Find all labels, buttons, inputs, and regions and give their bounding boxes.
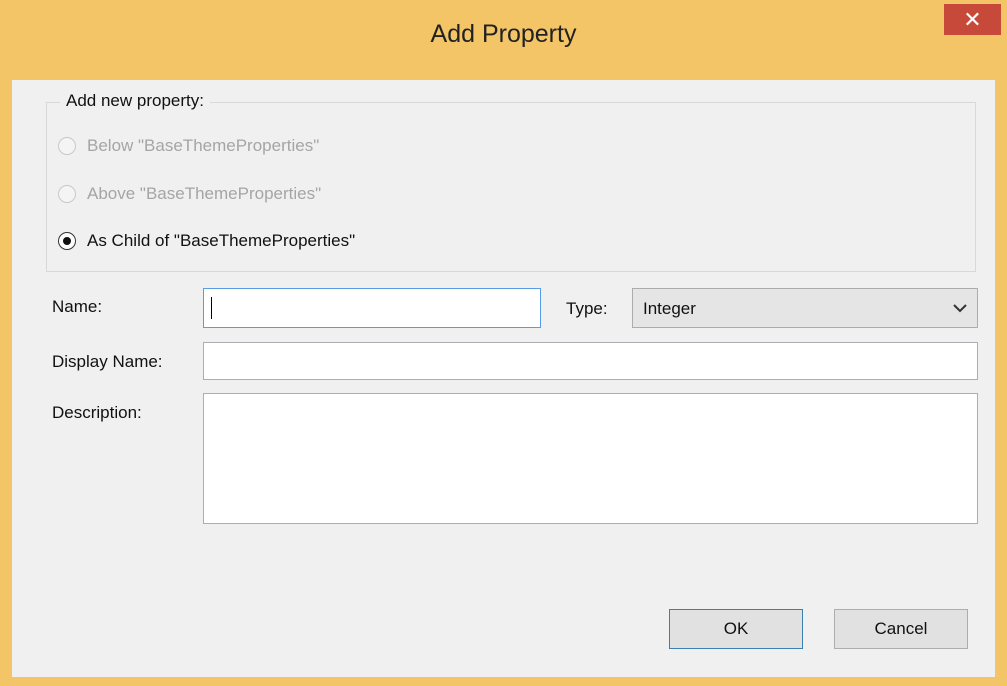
radio-below-label: Below "BaseThemeProperties" (87, 136, 320, 155)
type-label: Type: (566, 299, 608, 318)
chevron-down-icon (953, 304, 967, 313)
radio-selected-dot (63, 237, 71, 245)
radio-button-icon (58, 185, 76, 203)
cancel-button[interactable]: Cancel (834, 609, 968, 649)
radio-as-child-label: As Child of "BaseThemeProperties" (87, 231, 356, 250)
display-name-input[interactable] (203, 342, 978, 380)
type-dropdown-value: Integer (643, 299, 696, 318)
radio-below[interactable]: Below "BaseThemeProperties" (58, 136, 319, 156)
title-bar[interactable]: Add Property ✕ (0, 0, 1007, 80)
add-property-dialog: Add Property ✕ Add new property: Below "… (0, 0, 1007, 686)
description-label: Description: (52, 403, 142, 422)
close-button[interactable]: ✕ (944, 4, 1001, 35)
dialog-title: Add Property (430, 20, 577, 48)
radio-button-icon (58, 232, 76, 250)
display-name-label: Display Name: (52, 352, 163, 371)
description-textarea[interactable] (203, 393, 978, 524)
type-dropdown[interactable]: Integer (632, 288, 978, 328)
radio-above[interactable]: Above "BaseThemeProperties" (58, 184, 321, 204)
radio-button-icon (58, 137, 76, 155)
group-title: Add new property: (60, 91, 210, 111)
ok-button[interactable]: OK (669, 609, 803, 649)
close-icon: ✕ (963, 6, 982, 32)
dialog-content: Add new property: Below "BaseThemeProper… (12, 80, 995, 677)
name-input[interactable] (203, 288, 541, 328)
radio-as-child[interactable]: As Child of "BaseThemeProperties" (58, 231, 355, 251)
name-label: Name: (52, 297, 103, 316)
radio-above-label: Above "BaseThemeProperties" (87, 184, 322, 203)
text-caret (211, 297, 212, 319)
